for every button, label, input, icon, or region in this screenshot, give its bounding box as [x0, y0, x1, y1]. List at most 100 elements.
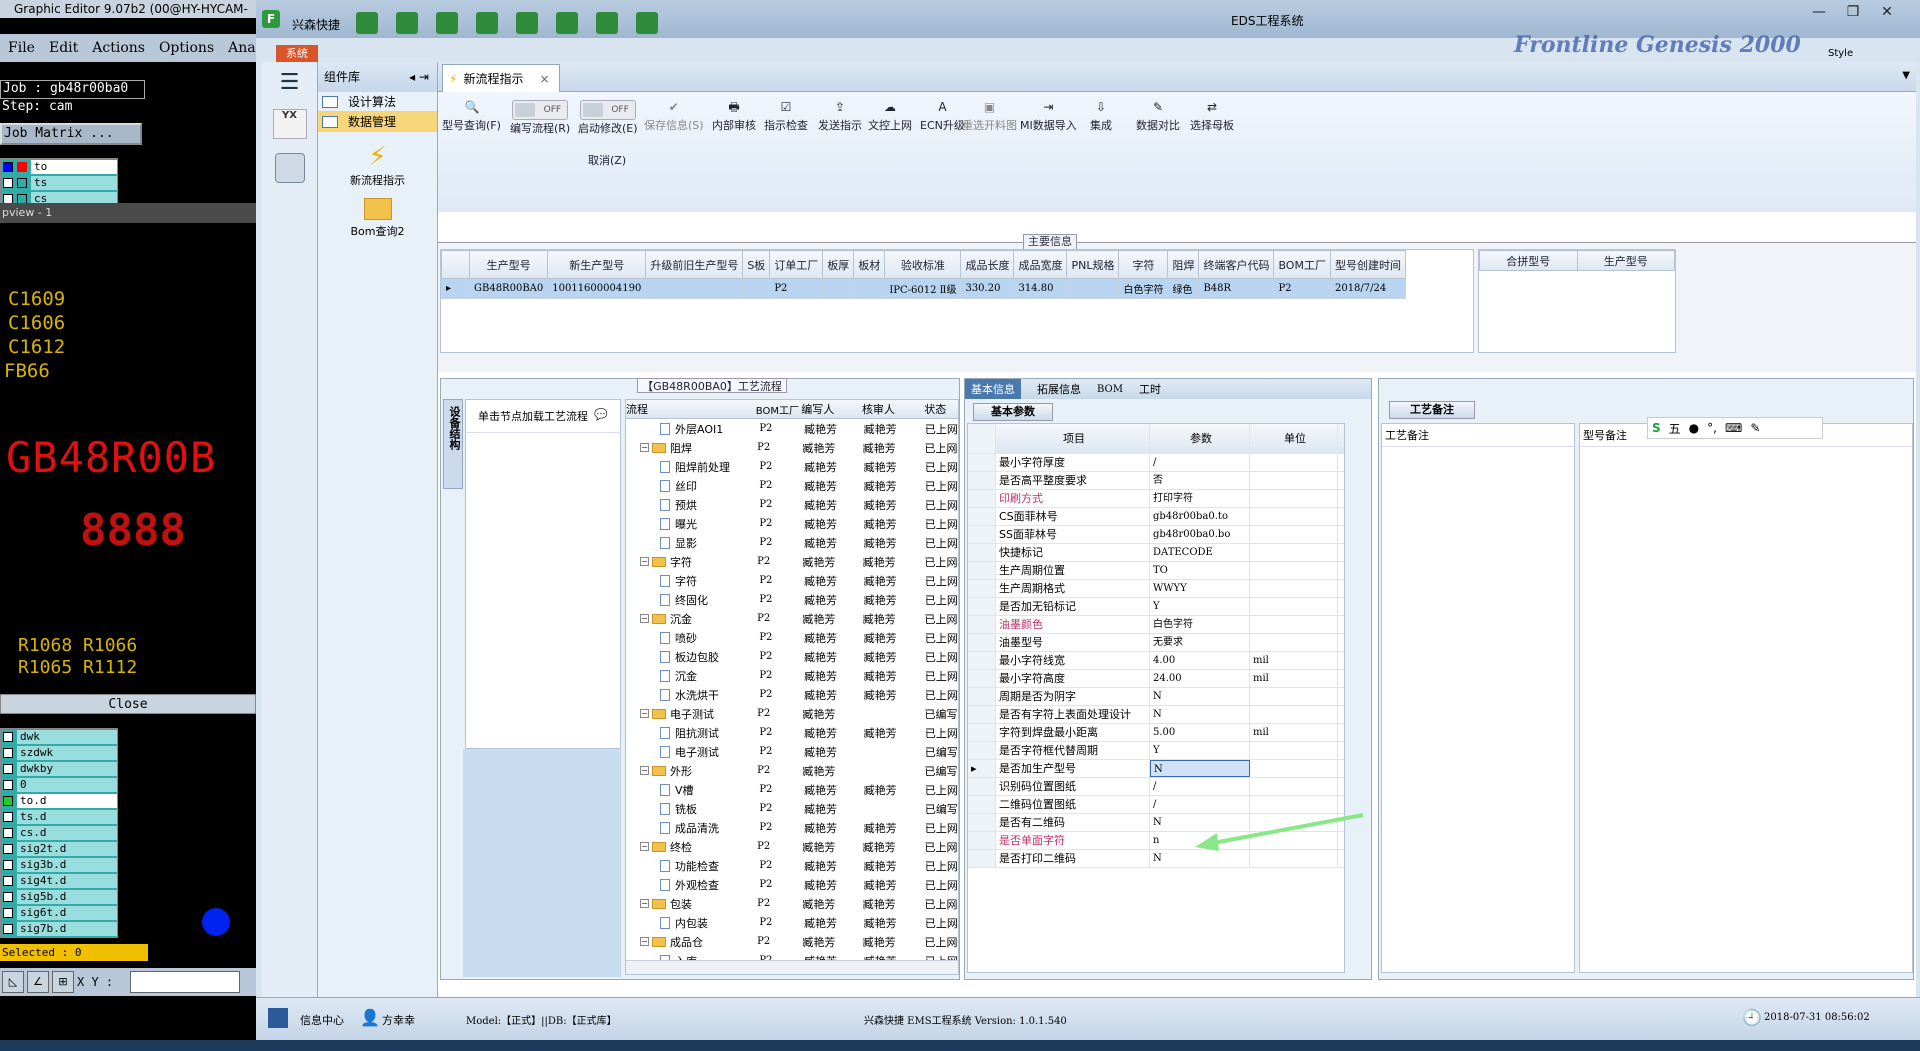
main-col-header[interactable]: 终端客户代码 — [1198, 250, 1275, 279]
ribbon-button[interactable]: ⇄ 选择母板 — [1190, 100, 1234, 133]
param-value[interactable]: N — [1150, 850, 1250, 867]
tree-row[interactable]: − 终检 P2 臧艳芳 臧艳芳 已上网 — [626, 837, 958, 856]
main-col-header[interactable]: 订单工厂 — [769, 250, 824, 279]
hamburger-icon[interactable]: ☰ — [277, 70, 303, 95]
tree-row[interactable]: − 包装 P2 臧艳芳 臧艳芳 已上网 — [626, 894, 958, 913]
main-cell[interactable] — [822, 278, 855, 299]
layer-list[interactable]: dwk szdwk dwkby 0 to.d ts.d cs.d sig2t.d… — [0, 728, 118, 938]
menu-edit[interactable]: Edit — [49, 40, 78, 56]
tree-hscrollbar[interactable] — [626, 960, 958, 974]
layer-row[interactable]: cs.d — [1, 825, 117, 841]
param-row[interactable]: 是否高平整度要求否 — [968, 472, 1344, 490]
main-col-header[interactable]: 成品长度 — [960, 250, 1015, 279]
param-value[interactable]: / — [1150, 454, 1250, 471]
main-cell[interactable]: 绿色 — [1167, 278, 1200, 299]
layer-row[interactable]: dwkby — [1, 761, 117, 777]
ribbon-button[interactable]: 🔍 型号查询(F) — [442, 100, 501, 133]
tree-row[interactable]: 外层AOI1 P2 臧艳芳 臧艳芳 已上网 — [626, 419, 958, 438]
comp-item-design[interactable]: 设计算法 — [318, 92, 437, 112]
toggle-switch[interactable]: OFF — [579, 100, 636, 120]
main-col-header[interactable]: 阻焊 — [1167, 250, 1200, 279]
param-row[interactable]: 生产周期格式 WWYY — [968, 580, 1344, 598]
new-flow-launcher[interactable]: ⚡ 新流程指示 — [318, 142, 437, 188]
collapse-icon[interactable]: − — [640, 557, 649, 566]
refresh-icon[interactable] — [516, 12, 538, 34]
side-tab-structure[interactable]: 设备结构 — [443, 399, 463, 489]
ribbon-button[interactable]: ▣ 重选开料图 — [962, 100, 1017, 133]
tree-row[interactable]: 功能检查 P2 臧艳芳 臧艳芳 已上网 — [626, 856, 958, 875]
param-value[interactable]: 5.00 — [1150, 724, 1250, 741]
tree-row[interactable]: 阻焊前处理 P2 臧艳芳 臧艳芳 已上网 — [626, 457, 958, 476]
param-row[interactable]: 识别码位置图纸 / — [968, 778, 1344, 796]
tree-row[interactable]: 铣板 P2 臧艳芳 已编写 — [626, 799, 958, 818]
tree-row[interactable]: − 外形 P2 臧艳芳 已编写 — [626, 761, 958, 780]
collapse-icon[interactable]: − — [640, 709, 649, 718]
param-value[interactable]: 否 — [1150, 472, 1250, 489]
param-row[interactable]: 是否打印二维码 N — [968, 850, 1344, 868]
collapse-icon[interactable]: − — [640, 443, 649, 452]
tree-row[interactable]: 内包装 P2 臧艳芳 臧艳芳 已上网 — [626, 913, 958, 932]
chart-icon[interactable] — [636, 12, 658, 34]
param-value[interactable]: N — [1150, 706, 1250, 723]
main-cell[interactable] — [742, 278, 771, 299]
tree-row[interactable]: 电子测试 P2 臧艳芳 已编写 — [626, 742, 958, 761]
merge-col-header[interactable]: 合拼型号 — [1479, 250, 1578, 271]
tab-bom[interactable]: BOM — [1097, 384, 1123, 395]
param-value[interactable]: 打印字符 — [1150, 490, 1250, 507]
proc-notes-tab[interactable]: 工艺备注 — [1389, 401, 1475, 419]
main-col-header[interactable]: 字符 — [1118, 250, 1169, 279]
search-icon[interactable] — [356, 12, 378, 34]
param-row[interactable]: 是否字符框代替周期 Y — [968, 742, 1344, 760]
param-row[interactable]: 最小字符高度 24.00 mil — [968, 670, 1344, 688]
layer-row[interactable]: sig7b.d — [1, 921, 117, 937]
tree-row[interactable]: V槽 P2 臧艳芳 臧艳芳 已上网 — [626, 780, 958, 799]
main-col-header[interactable]: 型号创建时间 — [1329, 250, 1406, 279]
tab-ext-info[interactable]: 拓展信息 — [1037, 381, 1081, 397]
top-layer-list[interactable]: to ts cs — [0, 158, 118, 206]
tree-col-status[interactable]: 状态 — [924, 401, 958, 417]
info-center[interactable]: 信息中心 — [300, 1012, 344, 1028]
tree-row[interactable]: 曝光 P2 臧艳芳 臧艳芳 已上网 — [626, 514, 958, 533]
main-info-grid[interactable]: 生产型号 新生产型号 升级前旧生产型号 S板 订单工厂 板厚 板材 验收标准 成品长度 成品宽度 P… — [440, 249, 1474, 353]
param-value[interactable]: Y — [1150, 742, 1250, 759]
param-value[interactable]: N — [1150, 760, 1250, 777]
param-row[interactable]: 是否加无铅标记 Y — [968, 598, 1344, 616]
system-tab[interactable]: 系统 — [276, 45, 318, 63]
main-col-header[interactable]: 板材 — [853, 250, 886, 279]
param-grid[interactable]: 项目 参数 单位 最小字符厚度 / 是否高平整度要求否印刷方式 打印字符 CS面菲林号 g… — [967, 423, 1345, 973]
main-cell[interactable]: 10011600004190 — [547, 278, 647, 299]
snap-icon[interactable]: ◺ — [2, 971, 24, 993]
param-col-item[interactable]: 项目 — [996, 424, 1150, 453]
param-value[interactable]: WWYY — [1150, 580, 1250, 597]
tree-row[interactable]: − 电子测试 P2 臧艳芳 已编写 — [626, 704, 958, 723]
collapse-icon[interactable]: − — [640, 766, 649, 775]
main-cell[interactable] — [853, 278, 886, 299]
user-icon[interactable] — [596, 12, 618, 34]
grid-icon[interactable]: ⊞ — [52, 971, 74, 993]
flow-hint-box[interactable]: 单击节点加载工艺流程 💬 — [465, 399, 621, 749]
param-row[interactable]: 最小字符厚度 / — [968, 454, 1344, 472]
tree-row[interactable]: 终固化 P2 臧艳芳 臧艳芳 已上网 — [626, 590, 958, 609]
main-col-header[interactable]: S板 — [742, 250, 771, 279]
comp-item-data[interactable]: 数据管理 — [318, 112, 437, 132]
param-value[interactable]: 白色字符 — [1150, 616, 1250, 633]
menu-options[interactable]: Options — [159, 40, 214, 56]
tree-row[interactable]: 沉金 P2 臧艳芳 臧艳芳 已上网 — [626, 666, 958, 685]
ribbon-button[interactable]: ⇩ 集成 — [1090, 100, 1112, 133]
layer-row[interactable]: dwk — [1, 729, 117, 745]
proc-notes-box[interactable]: 工艺备注 — [1381, 423, 1575, 973]
merge-col-header[interactable]: 生产型号 — [1576, 250, 1675, 271]
main-col-header[interactable]: BOM工厂 — [1273, 250, 1331, 279]
param-value[interactable]: DATECODE — [1150, 544, 1250, 561]
main-col-header[interactable]: PNL规格 — [1066, 250, 1120, 279]
main-cell[interactable]: 白色字符 — [1118, 278, 1169, 299]
tree-row[interactable]: 显影 P2 臧艳芳 臧艳芳 已上网 — [626, 533, 958, 552]
bom-query-launcher[interactable]: Bom查询2 — [318, 198, 437, 239]
tab-basic-info[interactable]: 基本信息 — [965, 379, 1021, 399]
tab-hours[interactable]: 工时 — [1139, 381, 1161, 397]
yx-icon[interactable]: YX — [272, 109, 307, 139]
tree-row[interactable]: 阻抗测试 P2 臧艳芳 臧艳芳 已上网 — [626, 723, 958, 742]
collapse-icon[interactable]: − — [640, 937, 649, 946]
tree-row[interactable]: 字符 P2 臧艳芳 臧艳芳 已上网 — [626, 571, 958, 590]
tree-col-reviewer[interactable]: 核审人 — [862, 401, 924, 417]
